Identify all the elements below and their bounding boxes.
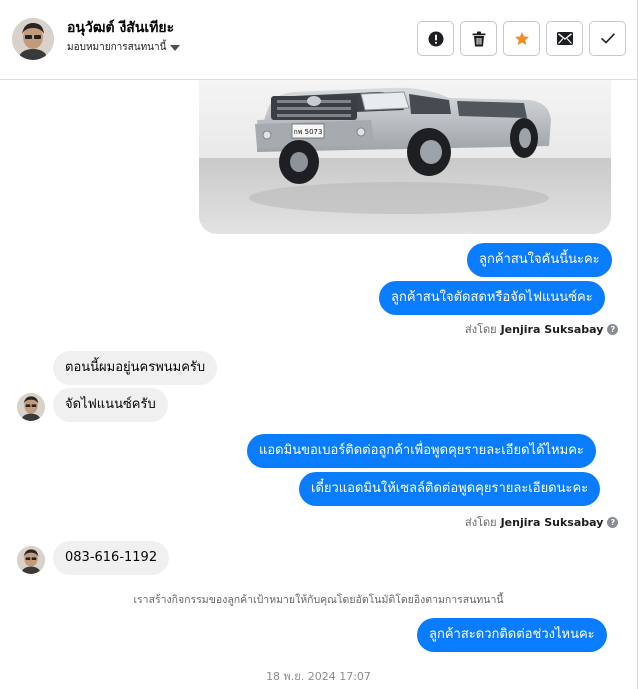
conversation-toolbar (417, 21, 626, 56)
system-activity-note: เราสร้างกิจกรรมของลูกค้าเป้าหมายให้กับคุ… (133, 594, 504, 606)
message-bubble-outgoing[interactable]: ลูกค้าสนใจตัดสดหรือจัดไฟแนนซ์คะ (379, 281, 605, 315)
mark-done-button[interactable] (589, 21, 626, 56)
message-bubble-outgoing[interactable]: เดี๋ยวแอดมินให้เซลล์ติดต่อพูดคุยรายละเอี… (299, 472, 601, 506)
trash-icon (472, 31, 485, 46)
message-timestamp: 18 พ.ย. 2024 17:07 (266, 670, 371, 683)
sender-name[interactable]: Jenjira Suksabay (501, 516, 604, 529)
check-icon (600, 33, 615, 44)
message-bubble-incoming[interactable]: 083-616-1192 (53, 541, 170, 575)
license-plate-text: กพ 5073 (294, 128, 323, 136)
caret-down-icon (170, 44, 181, 51)
contact-avatar[interactable] (12, 18, 54, 60)
message-bubble-outgoing[interactable]: ลูกค้าสะดวกติดต่อช่วงไหนคะ (417, 618, 607, 652)
car-photo-message[interactable]: กพ 5073 (199, 80, 611, 234)
conversation-header: อนุวัฒต์ งีสันเทียะ มอบหมายการสนทนานี้ (0, 0, 637, 80)
star-icon (514, 31, 529, 45)
contact-avatar-small[interactable] (17, 546, 45, 574)
assign-conversation-dropdown[interactable]: มอบหมายการสนทนานี้ (67, 40, 181, 55)
conversation-panel: อนุวัฒต์ งีสันเทียะ มอบหมายการสนทนานี้ ก… (0, 0, 638, 689)
delete-button[interactable] (460, 21, 497, 56)
contact-avatar-small[interactable] (17, 393, 45, 421)
mark-spam-button[interactable] (417, 21, 454, 56)
mark-unread-button[interactable] (546, 21, 583, 56)
sent-by-prefix: ส่งโดย (465, 323, 497, 336)
help-icon[interactable]: ? (607, 516, 619, 528)
sender-name[interactable]: Jenjira Suksabay (501, 323, 604, 336)
envelope-icon (556, 32, 573, 45)
assign-label: มอบหมายการสนทนานี้ (67, 42, 167, 53)
sent-by-prefix: ส่งโดย (465, 516, 497, 529)
message-bubble-incoming[interactable]: ตอนนี้ผมอยู่นครพนมครับ (53, 351, 218, 385)
alert-circle-icon (428, 31, 443, 46)
contact-name[interactable]: อนุวัฒต์ งีสันเทียะ (67, 17, 174, 39)
sent-by-label: ส่งโดย Jenjira Suksabay ? (465, 513, 619, 531)
help-icon[interactable]: ? (607, 323, 619, 335)
message-bubble-outgoing[interactable]: แอดมินขอเบอร์ติดต่อลูกค้าเพื่อพูดคุยรายล… (247, 434, 596, 468)
sent-by-label: ส่งโดย Jenjira Suksabay ? (465, 320, 619, 338)
message-bubble-incoming[interactable]: จัดไฟแนนซ์ครับ (53, 388, 168, 422)
message-bubble-outgoing[interactable]: ลูกค้าสนใจคันนี้นะคะ (467, 243, 612, 277)
star-button[interactable] (503, 21, 540, 56)
